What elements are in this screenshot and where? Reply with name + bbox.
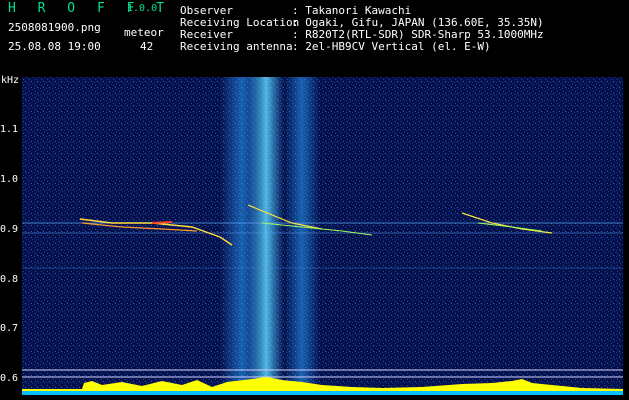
y-tick-0-9: 0.9: [0, 224, 19, 235]
timestamp: 25.08.08 19:00: [8, 40, 101, 53]
y-tick-1-0: 1.0: [0, 174, 19, 185]
app-version: 1.0.0: [127, 3, 158, 14]
y-axis-unit: kHz: [1, 75, 20, 86]
image-filename: 2508081900.png: [8, 21, 101, 34]
y-tick-0-6: 0.6: [0, 373, 19, 384]
y-tick-0-8: 0.8: [0, 274, 19, 285]
meteor-count: 42: [140, 40, 154, 53]
baseline-floor: [22, 391, 623, 395]
noise-background: [22, 77, 623, 395]
header-panel: H R O F F T 1.0.0 2508081900.png 25.08.0…: [0, 0, 629, 72]
noise-band-3: [284, 77, 320, 395]
antenna-label: Receiving antenna: [180, 40, 293, 53]
meteor-label: meteor: [124, 26, 164, 39]
noise-band-2: [248, 77, 284, 395]
meteor-head-1: [151, 221, 173, 224]
spectrogram-plot: [22, 77, 623, 395]
spectrogram-svg: [22, 77, 623, 395]
y-tick-1-1: 1.1: [0, 124, 19, 135]
antenna-value: : 2el-HB9CV Vertical (el. E-W): [292, 40, 491, 53]
y-tick-0-7: 0.7: [0, 323, 19, 334]
